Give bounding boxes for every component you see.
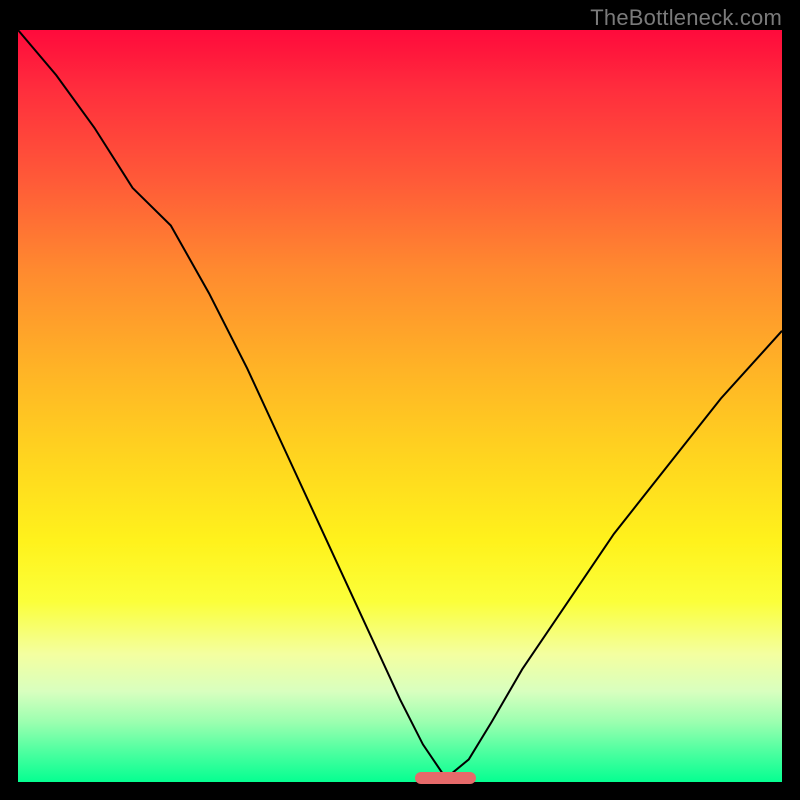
watermark-text: TheBottleneck.com: [590, 5, 782, 31]
curve-line: [18, 30, 782, 778]
plot-area: [18, 30, 782, 782]
chart-frame: TheBottleneck.com: [0, 0, 800, 800]
bottleneck-curve: [18, 30, 782, 782]
minimum-marker-pill: [415, 772, 476, 784]
